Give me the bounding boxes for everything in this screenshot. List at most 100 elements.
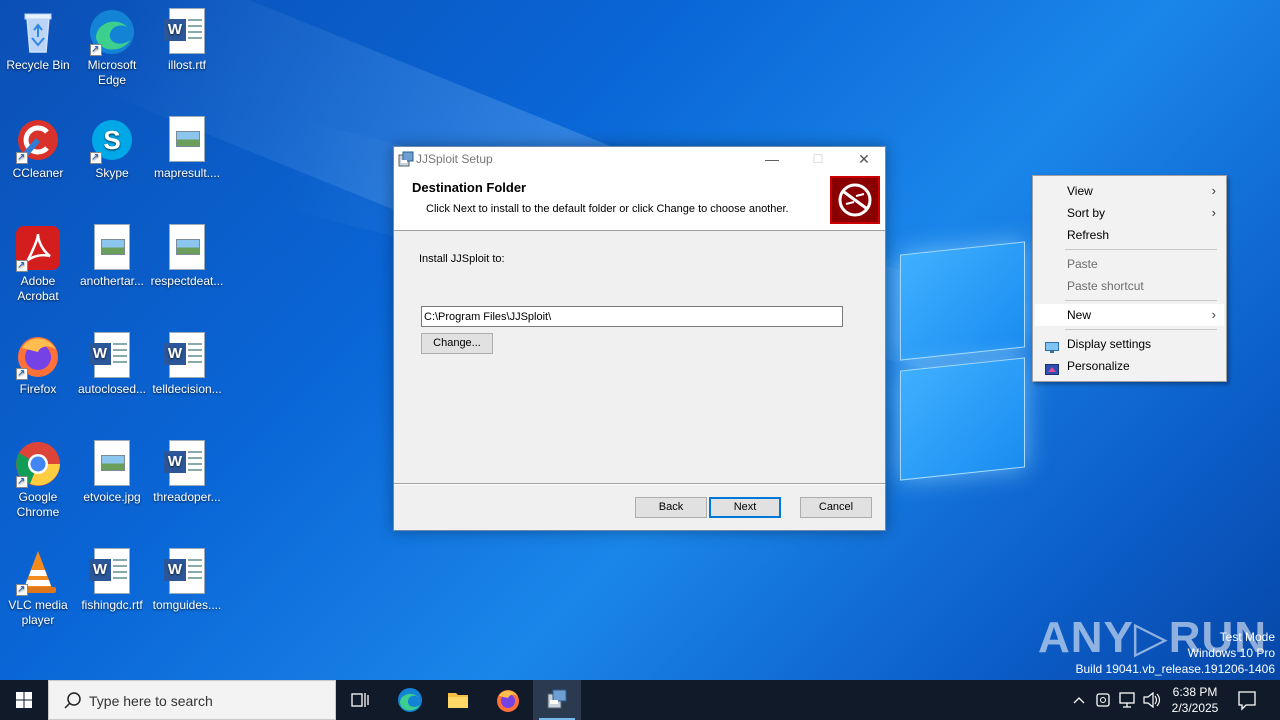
show-hidden-icons-button[interactable]	[1068, 680, 1090, 720]
desktop-icon-label: Google Chrome	[16, 490, 60, 519]
chevron-right-icon: ›	[1211, 307, 1216, 322]
menu-item-sort-by[interactable]: Sort by ›	[1035, 202, 1224, 224]
footer-divider-highlight	[394, 484, 885, 485]
test-mode-label: Test Mode	[1219, 630, 1275, 644]
desktop-icon-adobe-acrobat[interactable]: Adobe Acrobat	[0, 224, 76, 304]
desktop-icon-label: etvoice.jpg	[83, 490, 141, 504]
taskbar-file-explorer[interactable]	[434, 680, 482, 720]
tray-network-button[interactable]	[1116, 680, 1138, 720]
menu-item-label: View	[1067, 184, 1093, 198]
desktop-icon-label: fishingdc.rtf	[81, 598, 143, 612]
desktop-icon-recycle-bin[interactable]: Recycle Bin	[0, 8, 76, 73]
cancel-button[interactable]: Cancel	[800, 497, 872, 518]
desktop-icon-file[interactable]: W autoclosed...	[74, 332, 150, 397]
menu-item-new[interactable]: New ›	[1035, 304, 1224, 326]
taskbar: Type here to search 6:38 PM 2/3/2025	[0, 680, 1280, 720]
menu-item-personalize[interactable]: Personalize	[1035, 355, 1224, 377]
desktop-icon-vlc[interactable]: VLC media player	[0, 548, 76, 628]
menu-separator	[1065, 329, 1217, 330]
volume-icon	[1143, 691, 1161, 709]
taskbar-edge[interactable]	[386, 680, 434, 720]
install-path-field[interactable]	[421, 306, 843, 327]
chevron-up-icon	[1073, 697, 1085, 704]
setup-dialog: JJSploit Setup — ☐ ✕ Destination Folder …	[393, 146, 886, 531]
menu-item-label: New	[1067, 308, 1092, 322]
desktop-icon-file[interactable]: anothertar...	[74, 224, 150, 289]
menu-item-refresh[interactable]: Refresh	[1035, 224, 1224, 246]
word-document-icon: W	[163, 8, 211, 56]
search-icon	[63, 691, 83, 711]
menu-item-paste-shortcut: Paste shortcut	[1035, 275, 1224, 297]
menu-separator	[1065, 300, 1217, 301]
dialog-title: JJSploit Setup	[416, 152, 493, 166]
taskbar-firefox[interactable]	[484, 680, 532, 720]
start-button[interactable]	[0, 680, 48, 720]
task-view-icon	[351, 693, 369, 707]
desktop-icon-firefox[interactable]: Firefox	[0, 332, 76, 397]
image-file-icon	[163, 224, 211, 272]
close-button[interactable]: ✕	[841, 147, 887, 171]
windows-wallpaper-logo	[880, 232, 1040, 492]
clock-date: 2/3/2025	[1171, 701, 1219, 715]
desktop-icon-label: Recycle Bin	[6, 58, 70, 72]
desktop-context-menu: View › Sort by › Refresh Paste Paste sho…	[1032, 175, 1227, 382]
menu-item-display-settings[interactable]: Display settings	[1035, 333, 1224, 355]
dialog-header: Destination Folder Click Next to install…	[394, 171, 885, 231]
menu-item-label: Refresh	[1067, 228, 1110, 242]
task-view-button[interactable]	[336, 680, 384, 720]
taskbar-search-box[interactable]: Type here to search	[48, 680, 336, 720]
device-icon	[1096, 693, 1110, 707]
change-button[interactable]: Change...	[421, 333, 493, 354]
maximize-button[interactable]: ☐	[795, 147, 841, 171]
desktop-icon-label: mapresult....	[153, 166, 221, 180]
shortcut-arrow-icon	[16, 474, 28, 489]
jjsploit-logo-icon	[830, 176, 880, 224]
desktop-icon-microsoft-edge[interactable]: Microsoft Edge	[74, 8, 150, 88]
desktop-icon-file[interactable]: W telldecision...	[149, 332, 225, 397]
edge-icon	[88, 8, 136, 57]
desktop-icon-file[interactable]: etvoice.jpg	[74, 440, 150, 505]
skype-icon: S	[88, 116, 136, 165]
folder-icon	[448, 693, 468, 708]
desktop-icon-file[interactable]: mapresult....	[149, 116, 225, 181]
desktop-icon-file[interactable]: W threadoper...	[149, 440, 225, 505]
next-button[interactable]: Next	[709, 497, 781, 518]
desktop-icon-file[interactable]: W illost.rtf	[149, 8, 225, 73]
taskbar-clock[interactable]: 6:38 PM 2/3/2025	[1160, 684, 1230, 716]
installer-icon	[547, 689, 567, 709]
recycle-bin-icon	[14, 8, 62, 56]
desktop-icon-file[interactable]: W tomguides....	[149, 548, 225, 613]
menu-item-view[interactable]: View ›	[1035, 180, 1224, 202]
shortcut-arrow-icon	[90, 42, 102, 57]
firefox-icon	[497, 690, 519, 712]
action-center-button[interactable]	[1234, 680, 1260, 720]
menu-item-label: Personalize	[1067, 359, 1130, 373]
desktop-icon-label: Skype	[95, 166, 129, 180]
tray-device-button[interactable]	[1092, 680, 1114, 720]
installer-icon	[398, 151, 414, 167]
desktop-icon-google-chrome[interactable]: Google Chrome	[0, 440, 76, 520]
desktop-icon-label: Firefox	[19, 382, 57, 396]
menu-item-paste: Paste	[1035, 253, 1224, 275]
edge-icon	[398, 688, 422, 712]
desktop-icon-ccleaner[interactable]: CCleaner	[0, 116, 76, 181]
desktop-icon-file[interactable]: respectdeat...	[149, 224, 225, 289]
desktop-icon-label: tomguides....	[152, 598, 222, 612]
word-document-icon: W	[163, 440, 211, 488]
dialog-titlebar[interactable]: JJSploit Setup — ☐ ✕	[394, 147, 885, 171]
network-icon	[1119, 692, 1135, 708]
taskbar-jjsploit-setup[interactable]	[533, 680, 581, 720]
word-document-icon: W	[163, 548, 211, 596]
desktop-icon-skype[interactable]: S Skype	[74, 116, 150, 181]
shortcut-arrow-icon	[16, 150, 28, 165]
back-button[interactable]: Back	[635, 497, 707, 518]
desktop-icon-label: threadoper...	[153, 490, 221, 504]
menu-item-label: Sort by	[1067, 206, 1106, 220]
menu-item-label: Display settings	[1067, 337, 1152, 351]
desktop-icon-label: anothertar...	[79, 274, 145, 288]
acrobat-icon	[14, 224, 62, 273]
menu-item-label: Paste	[1067, 257, 1098, 271]
tray-volume-button[interactable]	[1140, 680, 1162, 720]
desktop-icon-file[interactable]: W fishingdc.rtf	[74, 548, 150, 613]
minimize-button[interactable]: —	[749, 147, 795, 171]
